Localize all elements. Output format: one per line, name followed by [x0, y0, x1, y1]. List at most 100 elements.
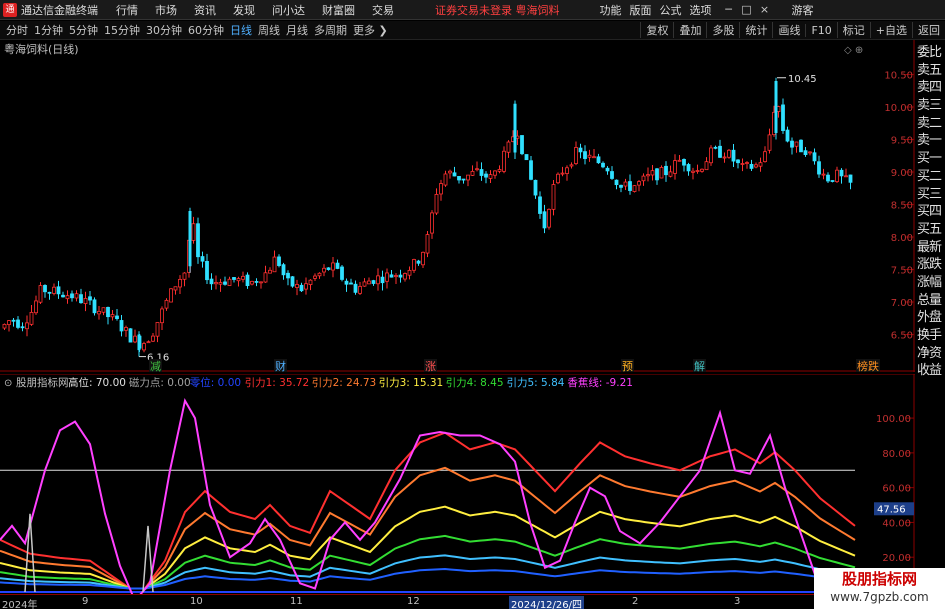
sidebar-item[interactable]: 最新 [917, 239, 945, 257]
indicator-value: 高位: 70.00 [68, 376, 126, 389]
login-notice[interactable]: 证券交易未登录 粤海饲料 [435, 2, 560, 18]
indicator-chart[interactable]: ⊙ 股朋指标网 高位: 70.00 磁力点: 0.00 零位: 0.00 引力1: 35.… [0, 374, 915, 594]
period-item[interactable]: 15分钟 [104, 22, 140, 38]
candle-body [407, 269, 412, 276]
sidebar-item[interactable]: 买二 [917, 168, 945, 186]
candle-body [479, 169, 484, 176]
candle-body [502, 150, 506, 172]
event-marker[interactable]: 减 [150, 360, 161, 372]
sidebar-item[interactable]: 涨幅 [917, 274, 945, 292]
candle-body [592, 156, 596, 159]
period-item[interactable]: 多周期 [314, 22, 347, 38]
period-item[interactable]: 月线 [286, 22, 308, 38]
sidebar-item[interactable]: 换手 [917, 327, 945, 345]
tool-add-watch[interactable]: +自选 [869, 22, 912, 38]
candle-body [700, 168, 704, 172]
sidebar-item[interactable]: 委比 [917, 44, 945, 62]
tool-overlay[interactable]: 叠加 [673, 22, 706, 38]
sidebar-item[interactable]: 买三 [917, 186, 945, 204]
sidebar-item[interactable]: 卖二 [917, 115, 945, 133]
y-tick-label: 9.50 [891, 136, 913, 147]
menu-layout[interactable]: 版面 [630, 2, 652, 18]
sidebar-item[interactable]: 买一 [917, 150, 945, 168]
event-marker[interactable]: 预 [622, 360, 633, 372]
period-item[interactable]: 分时 [6, 22, 28, 38]
candle-body [268, 269, 272, 274]
tool-draw[interactable]: 画线 [772, 22, 805, 38]
menu-discover[interactable]: 发现 [233, 2, 255, 18]
sidebar-item[interactable]: 卖三 [917, 97, 945, 115]
candle-body [367, 280, 371, 285]
candle-body [416, 260, 421, 264]
sidebar-item[interactable]: 收益 [917, 362, 945, 380]
period-item[interactable]: 周线 [258, 22, 280, 38]
candle-body [452, 172, 457, 177]
candle-body [223, 281, 227, 285]
menu-formula[interactable]: 公式 [660, 2, 682, 18]
candle-body [254, 281, 259, 283]
tool-multi[interactable]: 多股 [706, 22, 739, 38]
kline-chart[interactable]: 粤海饲料(日线) ◇ ⊕ 10.50 10.00 9.50 9.00 8.50 8.00 7… [0, 40, 915, 372]
tool-stats[interactable]: 统计 [739, 22, 772, 38]
sidebar-item[interactable]: 净资 [917, 345, 945, 363]
candle-body [713, 146, 718, 149]
candle-body [164, 299, 169, 309]
candle-body [763, 151, 767, 163]
candle-body [610, 171, 614, 179]
candle-body [677, 159, 682, 162]
close-icon[interactable]: × [756, 3, 774, 16]
candle-body [146, 341, 151, 344]
candle-body [718, 145, 722, 158]
sidebar-item[interactable]: 买五 [917, 221, 945, 239]
event-marker[interactable]: 榜跌 [857, 359, 879, 372]
minimize-icon[interactable]: ─ [720, 3, 738, 16]
menu-function[interactable]: 功能 [600, 2, 622, 18]
candle-body [389, 274, 394, 278]
tool-f10[interactable]: F10 [805, 23, 836, 37]
menu-market[interactable]: 市场 [155, 2, 177, 18]
menu-ask[interactable]: 问小达 [272, 2, 305, 18]
candle-body [646, 174, 650, 177]
candle-body [29, 312, 34, 325]
indicator-toggle-icon[interactable]: ⊙ [4, 378, 12, 389]
sidebar-item[interactable]: 外盘 [917, 309, 945, 327]
tool-mark[interactable]: 标记 [836, 22, 870, 38]
time-tick: 11 [290, 596, 303, 607]
candle-body [817, 161, 821, 175]
event-marker[interactable]: 解 [694, 359, 705, 372]
y-tick-label: 8.50 [891, 201, 913, 212]
candle-body [7, 320, 11, 325]
chart-settings-icon[interactable]: ◇ ⊕ [844, 45, 863, 56]
sidebar-item[interactable]: 买四 [917, 203, 945, 221]
sidebar-item[interactable]: 卖四 [917, 79, 945, 97]
period-item[interactable]: 1分钟 [34, 22, 63, 38]
tool-back[interactable]: 返回 [912, 22, 945, 38]
period-more[interactable]: 更多 ❯ [353, 22, 388, 38]
sidebar-item[interactable]: 总量 [917, 292, 945, 310]
tool-adjust[interactable]: 复权 [640, 22, 673, 38]
candle-body [151, 335, 155, 342]
chart-label: 粤海饲料(日线) [4, 42, 79, 56]
candle-body [524, 154, 529, 161]
menu-wealth[interactable]: 财富圈 [322, 2, 355, 18]
sidebar-item[interactable]: 卖五 [917, 62, 945, 80]
y-tick-label: 40.00 [882, 518, 911, 529]
period-item[interactable]: 30分钟 [146, 22, 182, 38]
candle-body [641, 175, 646, 182]
menu-news[interactable]: 资讯 [194, 2, 216, 18]
candle-body [304, 283, 308, 290]
candle-body [448, 170, 452, 174]
sidebar-item[interactable]: 涨跌 [917, 256, 945, 274]
menu-quotes[interactable]: 行情 [116, 2, 138, 18]
guest-label[interactable]: 游客 [792, 2, 814, 18]
period-item[interactable]: 5分钟 [69, 22, 98, 38]
period-item-active[interactable]: 日线 [230, 22, 252, 38]
maximize-icon[interactable]: □ [738, 3, 756, 16]
event-marker[interactable]: 财 [275, 359, 286, 372]
sidebar-item[interactable]: 卖一 [917, 132, 945, 150]
candle-body [344, 280, 349, 285]
menu-options[interactable]: 选项 [690, 2, 712, 18]
event-marker[interactable]: 涨 [425, 360, 436, 372]
period-item[interactable]: 60分钟 [188, 22, 224, 38]
menu-trade[interactable]: 交易 [372, 2, 394, 18]
